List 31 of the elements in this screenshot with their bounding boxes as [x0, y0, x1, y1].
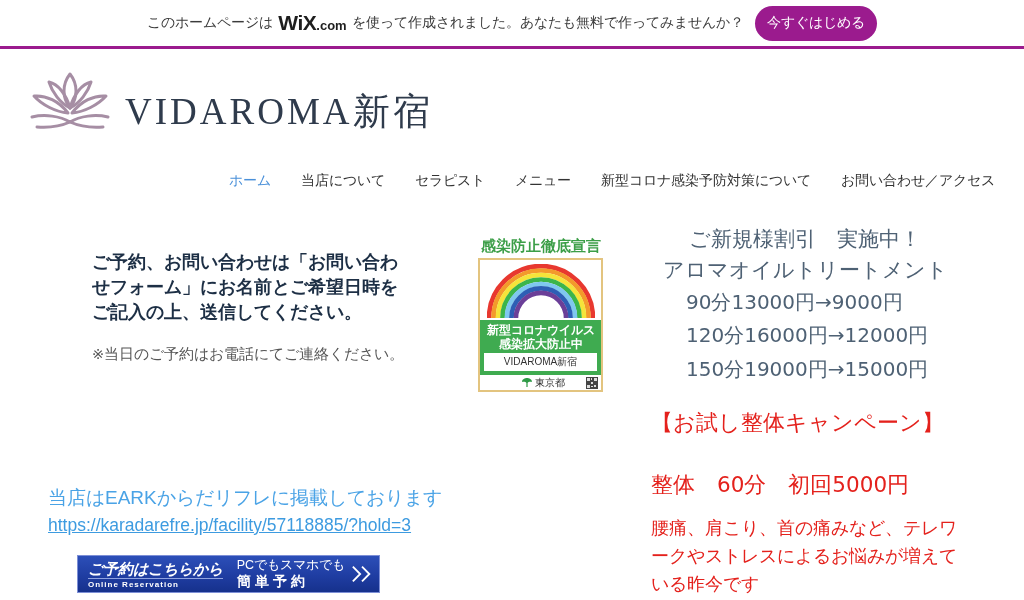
issuer-name: 東京都 [535, 376, 565, 389]
price-line: 120分16000円→12000円 [685, 322, 930, 350]
shop-name-label: VIDAROMA新宿 [484, 353, 597, 371]
nav-link[interactable]: お問い合わせ／アクセス [841, 169, 995, 191]
sticker-text: 感染拡大防止中 [498, 337, 583, 351]
price-line: 90分13000円→9000円 [685, 289, 904, 316]
campaign-description: 腰痛、肩こり、首の痛みなど、テレワークやストレスによるお悩みが増えている昨今です [651, 515, 958, 596]
nav-link[interactable]: 当店について [301, 169, 385, 191]
promo-service: アロマオイルトリートメント [661, 257, 949, 284]
qr-code-icon [586, 376, 598, 389]
promo-text: このホームページは [147, 14, 274, 32]
start-now-button[interactable]: 今すぐはじめる [754, 5, 877, 41]
booking-instructions: ご予約、お問い合わせは「お問い合わせフォーム」にお名前とご希望日時をご記入の上、送信してください。 [92, 251, 399, 324]
promo-text: を使って作成されました。あなたも無料で作ってみませんか？ [351, 14, 744, 32]
wix-logo: WiX.com [278, 11, 347, 35]
booking-note: ※当日のご予約はお電話にてご連絡ください。 [92, 345, 402, 364]
nav-link[interactable]: ホーム [229, 169, 271, 191]
tree-icon [522, 378, 532, 387]
sticker-title: 感染防止徹底宣言 [479, 237, 602, 255]
nav-link[interactable]: メニュー [515, 169, 571, 191]
nav-link[interactable]: セラピスト [415, 169, 485, 191]
campaign-offer: 整体 60分 初回5000円 [650, 470, 911, 499]
brand-name: VIDAROMA新宿 [125, 90, 433, 134]
double-chevron-icon [351, 564, 373, 584]
nav-link[interactable]: 新型コロナ感染予防対策について [601, 169, 811, 191]
listing-notice: 当店はEARKからだリフレに掲載しております [48, 486, 442, 510]
sticker-text: 新型コロナウイルス [486, 323, 595, 337]
lotus-logo-icon [29, 70, 111, 130]
price-line: 150分19000円→15000円 [685, 355, 930, 383]
campaign-heading: 【お試し整体キャンペーン】 [650, 408, 945, 437]
promo-heading: ご新規様割引 実施中！ [688, 226, 922, 253]
